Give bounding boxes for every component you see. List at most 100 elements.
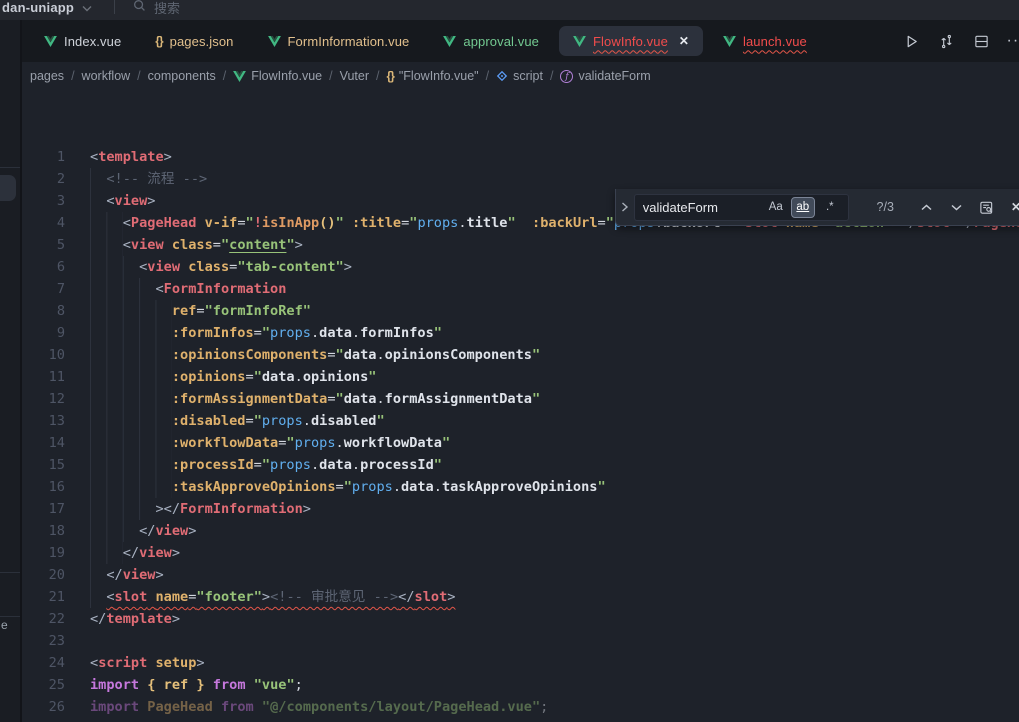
sliver-divider <box>0 572 20 573</box>
tab-pages-json[interactable]: { } pages.json <box>141 26 247 56</box>
code-line: 14:workflowData="props.workflowData" <box>22 432 1019 454</box>
tab-index-vue[interactable]: Index.vue <box>30 26 135 56</box>
breadcrumb: pages / workflow / components / FlowInfo.vue / V… <box>22 62 1019 90</box>
code-line: 7<FormInformation <box>22 278 1019 300</box>
vue-file-icon <box>44 36 57 47</box>
editor-actions: ··· <box>900 24 1019 58</box>
code-line: 22</template> <box>22 608 1019 630</box>
vue-file-icon <box>723 36 736 47</box>
line-number: 22 <box>22 608 65 630</box>
code-line: 9:formInfos="props.data.formInfos" <box>22 322 1019 344</box>
code-line: 20</view> <box>22 564 1019 586</box>
close-tab-icon[interactable]: ✕ <box>679 34 689 48</box>
breadcrumb-item[interactable]: fvalidateForm <box>560 69 650 83</box>
code-line: 5<view class="content"> <box>22 234 1019 256</box>
find-match-count: ?/3 <box>865 200 905 214</box>
line-number: 14 <box>22 432 65 454</box>
line-number: 15 <box>22 454 65 476</box>
match-case-toggle[interactable]: Aa <box>764 197 788 218</box>
json-file-icon: { } <box>155 34 162 48</box>
code-editor[interactable]: Aaab.* ?/3 ✕ 1<template>2<!-- 流程 -->3<vi… <box>22 90 1019 722</box>
project-name: dan-uniapp <box>2 0 74 15</box>
line-number: 19 <box>22 542 65 564</box>
chevron-down-icon <box>82 0 92 15</box>
tab-label: pages.json <box>170 34 234 49</box>
tab-approval-vue[interactable]: approval.vue <box>429 26 553 56</box>
vscode-window: dan-uniapp 搜索 e Index.vue{ }pages.jsonFo… <box>0 0 1019 722</box>
find-input[interactable] <box>643 200 761 215</box>
line-number: 21 <box>22 586 65 608</box>
module-icon <box>496 70 508 82</box>
line-number: 23 <box>22 630 65 652</box>
tab-launch-vue[interactable]: launch.vue <box>709 26 821 56</box>
breadcrumb-label: script <box>513 69 543 83</box>
code-line: 16:taskApproveOpinions="props.data.taskA… <box>22 476 1019 498</box>
regex-toggle[interactable]: .* <box>818 197 842 218</box>
tab-flowinfo-vue[interactable]: FlowInfo.vue✕ <box>559 26 703 56</box>
code-line: 23 <box>22 630 1019 652</box>
open-changes-icon[interactable] <box>935 30 957 52</box>
find-input-box: Aaab.* <box>634 194 850 221</box>
run-icon[interactable] <box>900 30 922 52</box>
line-number: 3 <box>22 190 65 212</box>
global-search-box[interactable]: 搜索 <box>133 0 180 17</box>
line-number: 12 <box>22 388 65 410</box>
line-number: 4 <box>22 212 65 234</box>
breadcrumb-item[interactable]: components <box>148 69 216 83</box>
code-line: 18</view> <box>22 520 1019 542</box>
breadcrumb-item[interactable]: { }"FlowInfo.vue" <box>387 69 479 83</box>
breadcrumb-item[interactable]: FlowInfo.vue <box>233 69 322 83</box>
breadcrumb-label: FlowInfo.vue <box>251 69 322 83</box>
code-line: 24<script setup> <box>22 652 1019 674</box>
code-line: 12:formAssignmentData="data.formAssignme… <box>22 388 1019 410</box>
breadcrumb-item[interactable]: script <box>496 69 543 83</box>
function-icon: f <box>560 70 573 83</box>
sliver-divider <box>0 167 20 168</box>
tab-forminformation-vue[interactable]: FormInformation.vue <box>254 26 424 56</box>
tab-label: approval.vue <box>463 34 539 49</box>
previous-match-icon[interactable] <box>915 196 937 218</box>
code-line: 10:opinionsComponents="data.opinionsComp… <box>22 344 1019 366</box>
title-bar: dan-uniapp 搜索 <box>0 0 1019 20</box>
split-editor-icon[interactable] <box>970 30 992 52</box>
breadcrumb-label: workflow <box>82 69 131 83</box>
breadcrumb-separator: / <box>486 69 489 83</box>
project-selector[interactable]: dan-uniapp <box>0 0 92 15</box>
more-actions-icon[interactable]: ··· <box>1005 30 1019 52</box>
tab-label: launch.vue <box>743 34 807 49</box>
breadcrumb-separator: / <box>329 69 332 83</box>
vue-file-icon <box>268 36 281 47</box>
line-number: 8 <box>22 300 65 322</box>
next-match-icon[interactable] <box>945 196 967 218</box>
code-line: 8ref="formInfoRef" <box>22 300 1019 322</box>
line-number: 10 <box>22 344 65 366</box>
find-options: Aaab.* <box>761 197 842 218</box>
breadcrumb-separator: / <box>376 69 379 83</box>
breadcrumb-item[interactable]: workflow <box>82 69 131 83</box>
tab-label: FormInformation.vue <box>288 34 410 49</box>
breadcrumb-separator: / <box>137 69 140 83</box>
code-line: 15:processId="props.data.processId" <box>22 454 1019 476</box>
breadcrumb-label: pages <box>30 69 64 83</box>
find-in-selection-icon[interactable] <box>975 196 997 218</box>
search-icon <box>133 0 146 15</box>
close-find-icon[interactable]: ✕ <box>1005 196 1019 218</box>
toggle-replace-icon[interactable] <box>616 189 634 225</box>
line-number: 13 <box>22 410 65 432</box>
tab-bar: Index.vue { } pages.json FormInformation.vu… <box>30 24 821 58</box>
code-line: 21<slot name="footer"><!-- 审批意见 --></slo… <box>22 586 1019 608</box>
code-area: 1<template>2<!-- 流程 -->3<view>4<PageHead… <box>22 146 1019 718</box>
line-number: 1 <box>22 146 65 168</box>
breadcrumb-item[interactable]: pages <box>30 69 64 83</box>
line-number: 18 <box>22 520 65 542</box>
line-number: 16 <box>22 476 65 498</box>
breadcrumb-separator: / <box>550 69 553 83</box>
breadcrumb-item[interactable]: Vuter <box>340 69 369 83</box>
breadcrumb-label: components <box>148 69 216 83</box>
line-number: 2 <box>22 168 65 190</box>
line-number: 5 <box>22 234 65 256</box>
sliver-divider <box>0 616 20 617</box>
whole-word-toggle[interactable]: ab <box>791 197 815 218</box>
sliver-selection <box>0 175 16 201</box>
code-line: 1<template> <box>22 146 1019 168</box>
